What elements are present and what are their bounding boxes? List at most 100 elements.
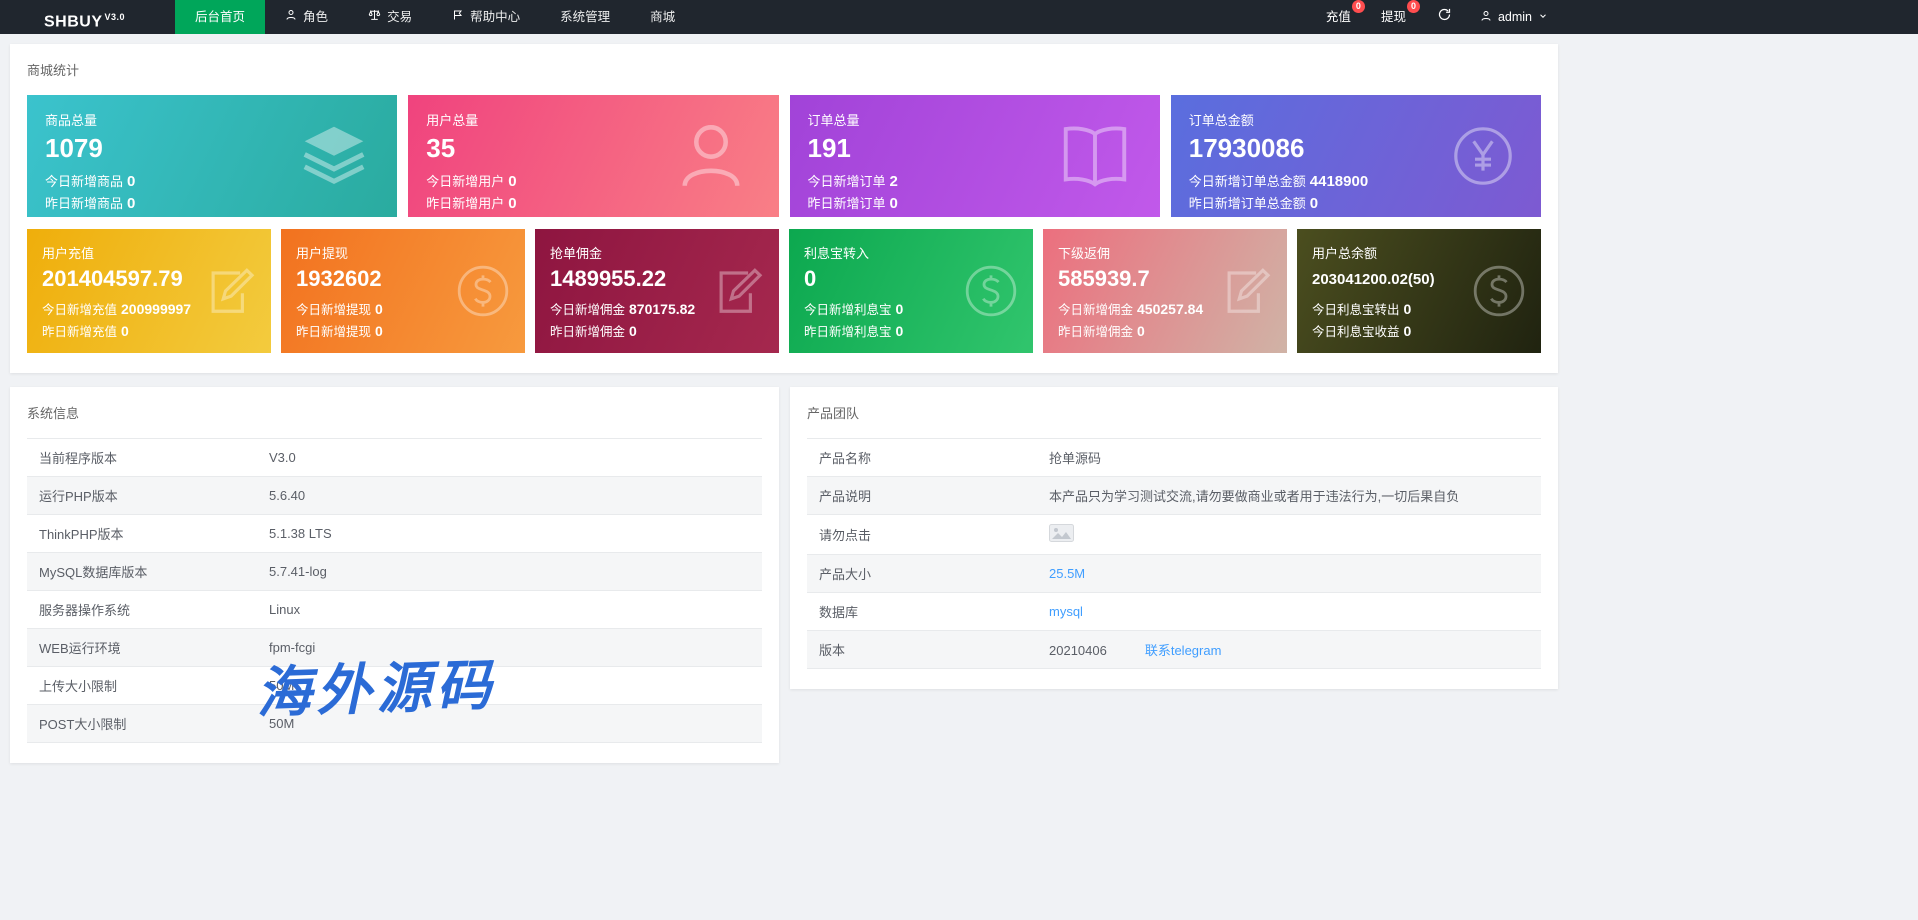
- table-row: 请勿点击: [807, 515, 1541, 555]
- database-link[interactable]: mysql: [1049, 604, 1083, 619]
- stat-line: 昨日新增订单总金额0: [1189, 193, 1523, 212]
- table-row: 产品说明本产品只为学习测试交流,请勿要做商业或者用于违法行为,一切后果自负: [807, 477, 1541, 515]
- info-label: 产品说明: [807, 477, 1037, 515]
- stat-line-label: 昨日新增利息宝: [804, 325, 892, 339]
- nav-item-system[interactable]: 系统管理: [540, 0, 630, 34]
- telegram-contact-link[interactable]: 联系telegram: [1145, 643, 1222, 658]
- stat-card-user-withdraw: 用户提现 1932602 今日新增提现0 昨日新增提现0: [281, 229, 525, 353]
- stat-line-label: 今日新增佣金: [1058, 303, 1133, 317]
- stat-title: 下级返佣: [1058, 243, 1272, 262]
- broken-image-icon[interactable]: [1049, 530, 1074, 545]
- stat-card-products-total: 商品总量 1079 今日新增商品0 昨日新增商品0: [27, 95, 397, 217]
- user-icon: [669, 114, 753, 198]
- stat-line-label: 今日新增利息宝: [804, 303, 892, 317]
- flag-icon: [452, 0, 464, 34]
- info-label: 版本: [807, 631, 1037, 669]
- small-stats-row: 用户充值 201404597.79 今日新增充值200999997 昨日新增充值…: [27, 229, 1541, 353]
- stat-line-label: 昨日新增提现: [296, 325, 371, 339]
- stat-title: 用户充值: [42, 243, 256, 262]
- stat-card-user-recharge: 用户充值 201404597.79 今日新增充值200999997 昨日新增充值…: [27, 229, 271, 353]
- table-row: 数据库 mysql: [807, 593, 1541, 631]
- layers-icon: [297, 119, 371, 193]
- info-value: 50M: [257, 667, 762, 705]
- edit-icon: [711, 264, 765, 318]
- info-value: Linux: [257, 591, 762, 629]
- stat-line-value: 0: [127, 195, 135, 212]
- stat-line: 昨日新增订单0: [808, 193, 1142, 212]
- stat-line-value: 0: [1404, 301, 1412, 317]
- nav-item-label: 帮助中心: [470, 0, 520, 34]
- big-stats-row: 商品总量 1079 今日新增商品0 昨日新增商品0 用户总量 35 今日新增用户…: [27, 95, 1541, 217]
- table-row: POST大小限制50M: [27, 705, 762, 743]
- stat-line: 昨日新增提现 0: [296, 321, 510, 340]
- brand-version: V3.0: [105, 12, 126, 22]
- product-team-title: 产品团队: [807, 403, 1541, 422]
- user-menu[interactable]: admin: [1468, 0, 1560, 34]
- user-icon: [285, 0, 297, 34]
- product-team-table: 产品名称抢单源码 产品说明本产品只为学习测试交流,请勿要做商业或者用于违法行为,…: [807, 438, 1541, 669]
- withdraw-button[interactable]: 提现 0: [1366, 0, 1421, 34]
- info-label: ThinkPHP版本: [27, 515, 257, 553]
- user-icon: [1480, 10, 1492, 25]
- brand-logo[interactable]: SHBUYV3.0: [0, 0, 175, 34]
- nav-item-trade[interactable]: 交易: [348, 0, 432, 34]
- stat-line-value: 0: [508, 173, 516, 190]
- stat-line-value: 870175.82: [629, 301, 695, 317]
- stat-title: 利息宝转入: [804, 243, 1018, 262]
- stat-card-users-total: 用户总量 35 今日新增用户0 昨日新增用户0: [408, 95, 778, 217]
- scales-icon: [368, 0, 381, 34]
- stat-line-label: 今日新增用户: [426, 174, 504, 189]
- info-label: 服务器操作系统: [27, 591, 257, 629]
- info-value: 抢单源码: [1037, 439, 1541, 477]
- product-size-link[interactable]: 25.5M: [1049, 566, 1085, 581]
- info-label: 数据库: [807, 593, 1037, 631]
- stat-line-label: 今日利息宝收益: [1312, 325, 1400, 339]
- table-row: 产品大小 25.5M: [807, 555, 1541, 593]
- stat-line-label: 昨日新增用户: [426, 196, 504, 211]
- stat-line-value: 0: [1310, 195, 1318, 212]
- top-navbar: SHBUYV3.0 后台首页 角色 交易 帮助中心 系统管理 商城 充值 0 提…: [0, 0, 1918, 34]
- stat-line-value: 450257.84: [1137, 301, 1203, 317]
- stat-line-label: 昨日新增订单: [808, 196, 886, 211]
- info-label: POST大小限制: [27, 705, 257, 743]
- table-row: ThinkPHP版本5.1.38 LTS: [27, 515, 762, 553]
- info-label: 产品大小: [807, 555, 1037, 593]
- info-label: 上传大小限制: [27, 667, 257, 705]
- system-info-table: 当前程序版本V3.0 运行PHP版本5.6.40 ThinkPHP版本5.1.3…: [27, 438, 762, 743]
- info-label: 产品名称: [807, 439, 1037, 477]
- info-value: 本产品只为学习测试交流,请勿要做商业或者用于违法行为,一切后果自负: [1037, 477, 1541, 515]
- recharge-button[interactable]: 充值 0: [1311, 0, 1366, 34]
- stat-line-label: 昨日新增商品: [45, 196, 123, 211]
- stat-card-orders-total: 订单总量 191 今日新增订单2 昨日新增订单0: [790, 95, 1160, 217]
- stats-panel-title: 商城统计: [27, 60, 1541, 79]
- main-content: 商城统计 商品总量 1079 今日新增商品0 昨日新增商品0 用户总量 35 今…: [10, 44, 1558, 763]
- withdraw-badge: 0: [1407, 0, 1420, 13]
- stat-card-interest-in: 利息宝转入 0 今日新增利息宝0 昨日新增利息宝0: [789, 229, 1033, 353]
- username: admin: [1498, 10, 1532, 24]
- bottom-section: 系统信息 当前程序版本V3.0 运行PHP版本5.6.40 ThinkPHP版本…: [10, 387, 1558, 763]
- nav-item-mall[interactable]: 商城: [630, 0, 695, 34]
- table-row: 运行PHP版本5.6.40: [27, 477, 762, 515]
- info-value: 5.6.40: [257, 477, 762, 515]
- nav-item-dashboard[interactable]: 后台首页: [175, 0, 265, 34]
- stat-line-label: 今日新增佣金: [550, 303, 625, 317]
- nav-item-roles[interactable]: 角色: [265, 0, 348, 34]
- stat-line-value: 0: [121, 323, 129, 339]
- nav-item-label: 角色: [303, 0, 328, 34]
- table-row: WEB运行环境fpm-fcgi: [27, 629, 762, 667]
- refresh-button[interactable]: [1421, 0, 1468, 34]
- nav-item-label: 系统管理: [560, 0, 610, 34]
- stat-line: 昨日新增商品 0: [45, 193, 379, 212]
- system-info-panel: 系统信息 当前程序版本V3.0 运行PHP版本5.6.40 ThinkPHP版本…: [10, 387, 779, 763]
- stat-line: 昨日新增佣金0: [550, 321, 764, 340]
- system-info-title: 系统信息: [27, 403, 762, 422]
- nav-item-label: 商城: [650, 0, 675, 34]
- nav-item-help-center[interactable]: 帮助中心: [432, 0, 540, 34]
- book-icon: [1056, 117, 1134, 195]
- stat-line-value: 0: [896, 301, 904, 317]
- refresh-icon: [1437, 7, 1452, 27]
- info-label: 运行PHP版本: [27, 477, 257, 515]
- stat-line-value: 0: [375, 323, 383, 339]
- table-row: MySQL数据库版本5.7.41-log: [27, 553, 762, 591]
- info-value: [1037, 515, 1541, 555]
